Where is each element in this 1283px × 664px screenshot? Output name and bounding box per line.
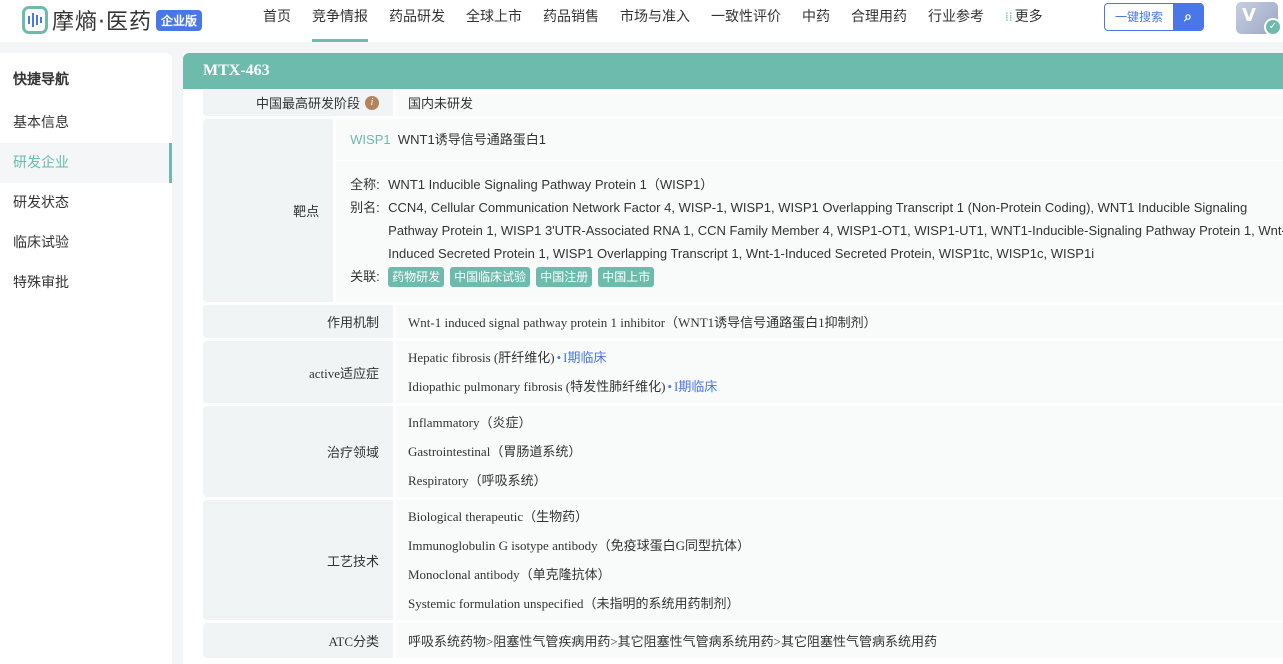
search-icon: ⌕: [1173, 4, 1203, 30]
value: 呼吸系统药物>阻塞性气管疾病用药>其它阻塞性气管病系统用药>其它阻塞性气管病系统…: [396, 623, 1283, 658]
value-text: 国内未研发: [408, 96, 474, 111]
label: 工艺技术: [203, 500, 393, 620]
nav-tcm[interactable]: 中药: [802, 0, 830, 42]
therapy-item: Gastrointestinal（胃肠道系统）: [408, 444, 582, 459]
label: 治疗领域: [203, 406, 393, 497]
technology-item: Systemic formulation unspecified（未指明的系统用…: [408, 596, 740, 611]
value: Wnt-1 induced signal pathway protein 1 i…: [396, 305, 1283, 338]
sidebar-title: 快捷导航: [13, 72, 69, 88]
related-label: 关联:: [350, 269, 380, 284]
sidebar-item-clinical-trials[interactable]: 临床试验: [0, 223, 172, 263]
nav-rational-use[interactable]: 合理用药: [851, 0, 907, 42]
sidebar-item-basic-info[interactable]: 基本信息: [0, 103, 172, 143]
grid-dots-icon: ⁞⁞: [1005, 10, 1013, 24]
nav-drug-rd[interactable]: 药品研发: [389, 0, 445, 42]
aliases: CCN4, Cellular Communication Network Fac…: [388, 196, 1283, 265]
nav-market-access[interactable]: 市场与准入: [620, 0, 690, 42]
indication-name: Hepatic fibrosis (肝纤维化): [408, 350, 555, 365]
value-text: Wnt-1 induced signal pathway protein 1 i…: [408, 315, 877, 330]
nav-home[interactable]: 首页: [263, 0, 291, 42]
fullname: WNT1 Inducible Signaling Pathway Protein…: [388, 177, 714, 192]
label: 中国最高研发阶段 i: [203, 89, 393, 116]
nav-industry[interactable]: 行业参考: [928, 0, 984, 42]
phase-link[interactable]: I期临床: [555, 350, 607, 365]
logo-badge: 企业版: [156, 9, 203, 31]
target-symbol-link[interactable]: WISP1: [350, 132, 390, 147]
tag-china-market[interactable]: 中国上市: [598, 267, 655, 287]
info-icon[interactable]: i: [365, 95, 379, 110]
vip-badge[interactable]: V ✓: [1236, 2, 1282, 36]
alias-line: Pathway Protein 1, WISP1 3'UTR-Associate…: [388, 223, 1283, 238]
fullname-label: 全称:: [350, 177, 380, 192]
row-highest-stage: 中国最高研发阶段 i 国内未研发: [203, 89, 1283, 116]
phase-link[interactable]: I期临床: [665, 379, 717, 394]
value-text: 呼吸系统药物>阻塞性气管疾病用药>其它阻塞性气管病系统用药>其它阻塞性气管病系统…: [408, 634, 937, 649]
top-header: 摩熵·医药 企业版 首页 竞争情报 药品研发 全球上市 药品销售 市场与准入 一…: [0, 0, 1283, 42]
row-atc: ATC分类 呼吸系统药物>阻塞性气管疾病用药>其它阻塞性气管病系统用药>其它阻塞…: [203, 623, 1283, 658]
label-text: 中国最高研发阶段: [255, 96, 360, 111]
row-technology: 工艺技术 Biological therapeutic（生物药） Immunog…: [203, 500, 1283, 620]
related-tags: 药物研发 中国临床试验 中国注册 中国上市: [388, 265, 1283, 288]
value: Inflammatory（炎症） Gastrointestinal（胃肠道系统）…: [396, 406, 1283, 497]
nav-more[interactable]: ⁞⁞ 更多: [1005, 0, 1043, 42]
value: 国内未研发: [396, 89, 1283, 116]
nav-drug-sales[interactable]: 药品销售: [543, 0, 599, 42]
tag-china-clinical[interactable]: 中国临床试验: [450, 267, 531, 287]
technology-item: Biological therapeutic（生物药）: [408, 509, 589, 524]
therapy-item: Respiratory（呼吸系统）: [408, 473, 547, 488]
sidebar-item-special-approval[interactable]: 特殊审批: [0, 263, 172, 303]
check-icon: ✓: [1264, 18, 1282, 36]
row-indications: active适应症 Hepatic fibrosis (肝纤维化)I期临床 Id…: [203, 341, 1283, 403]
alias-line: Induced Secreted Protein 1, WISP1 Overla…: [388, 246, 1095, 261]
nav-consistency[interactable]: 一致性评价: [711, 0, 781, 42]
sidebar-item-rd-status[interactable]: 研发状态: [0, 183, 172, 223]
logo[interactable]: 摩熵·医药 企业版: [22, 4, 203, 36]
indication-name: Idiopathic pulmonary fibrosis (特发性肺纤维化): [408, 379, 666, 394]
row-mechanism: 作用机制 Wnt-1 induced signal pathway protei…: [203, 305, 1283, 338]
main-nav: 首页 竞争情报 药品研发 全球上市 药品销售 市场与准入 一致性评价 中药 合理…: [263, 0, 1064, 42]
vip-label: V: [1242, 5, 1256, 26]
nav-more-label: 更多: [1014, 9, 1043, 25]
indication-item: Idiopathic pulmonary fibrosis (特发性肺纤维化)I…: [408, 372, 1283, 401]
technology-item: Monoclonal antibody（单克隆抗体）: [408, 567, 611, 582]
quick-search-button[interactable]: 一键搜索 ⌕: [1104, 3, 1204, 31]
value: WISP1 WNT1诱导信号通路蛋白1 全称: WNT1 Inducible Si…: [336, 119, 1283, 302]
sidebar-item-rd-company[interactable]: 研发企业: [0, 143, 172, 183]
nav-global-market[interactable]: 全球上市: [466, 0, 522, 42]
indication-item: Hepatic fibrosis (肝纤维化)I期临床: [408, 343, 1283, 372]
label: 靶点: [203, 119, 334, 302]
target-name: WNT1诱导信号通路蛋白1: [397, 132, 546, 147]
technology-item: Immunoglobulin G isotype antibody（免疫球蛋白G…: [408, 538, 750, 553]
label: ATC分类: [203, 623, 393, 658]
tag-drug-rd[interactable]: 药物研发: [388, 267, 445, 287]
nav-competitive-intel[interactable]: 竞争情报: [312, 0, 368, 42]
label: active适应症: [203, 341, 393, 403]
quick-nav-sidebar: 快捷导航 基本信息 研发企业 研发状态 临床试验 特殊审批: [0, 53, 172, 664]
label: 作用机制: [203, 305, 393, 338]
alias-label: 别名:: [350, 200, 380, 215]
drug-title: MTX-463: [183, 53, 1283, 89]
therapy-item: Inflammatory（炎症）: [408, 415, 532, 430]
drug-detail-card: MTX-463 中国最高研发阶段 i 国内未研发 靶点 WISP1 WNT1诱导信…: [183, 53, 1283, 664]
tag-china-registration[interactable]: 中国注册: [536, 267, 593, 287]
logo-text: 摩熵·医药: [52, 10, 152, 35]
row-therapy-area: 治疗领域 Inflammatory（炎症） Gastrointestinal（胃…: [203, 406, 1283, 497]
search-label: 一键搜索: [1114, 10, 1163, 24]
value: Hepatic fibrosis (肝纤维化)I期临床 Idiopathic p…: [396, 341, 1283, 403]
value: Biological therapeutic（生物药） Immunoglobul…: [396, 500, 1283, 620]
row-target: 靶点 WISP1 WNT1诱导信号通路蛋白1 全称: WNT1 Inducible…: [203, 119, 1283, 302]
alias-line: CCN4, Cellular Communication Network Fac…: [388, 200, 1248, 215]
logo-icon: [22, 6, 48, 34]
